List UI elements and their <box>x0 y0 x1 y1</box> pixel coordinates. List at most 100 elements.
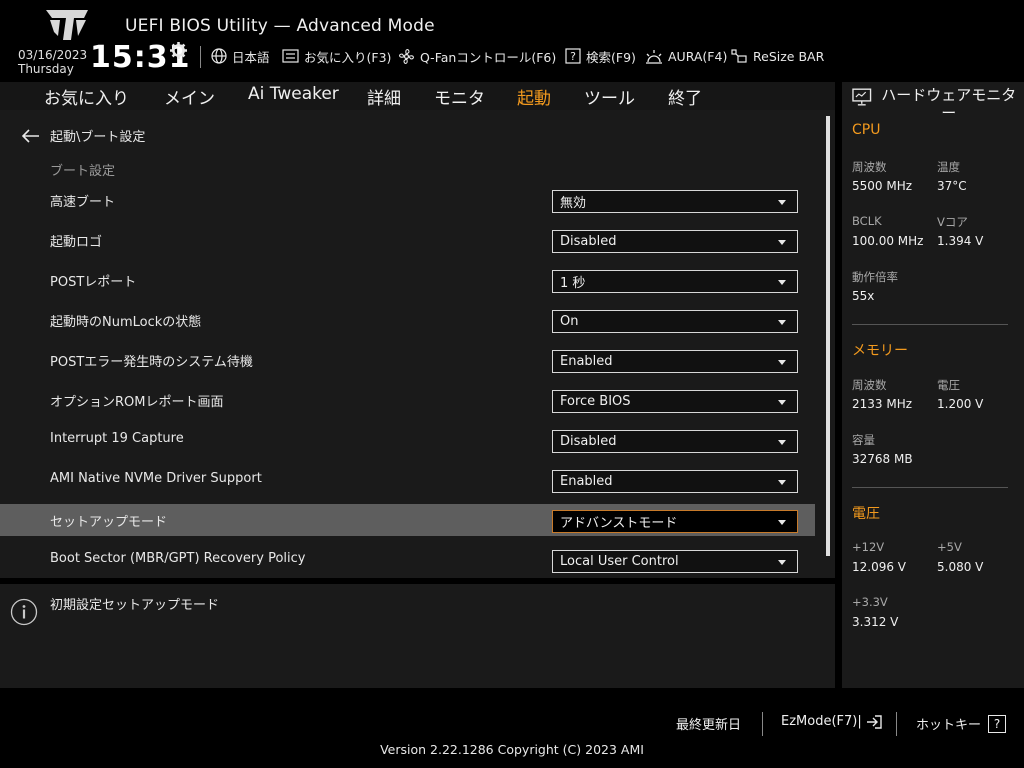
chevron-down-icon <box>778 360 786 365</box>
setting-label: オプションROMレポート画面 <box>50 395 224 410</box>
tab-main[interactable]: メイン <box>164 84 215 109</box>
ezmode-label: EzMode(F7)| <box>781 714 862 729</box>
setting-dropdown[interactable]: On <box>552 310 798 333</box>
aura-label: AURA(F4) <box>668 48 728 64</box>
mem-volt-value: 1.200 V <box>937 397 984 411</box>
vcore-label: Vコア <box>937 215 968 229</box>
chevron-down-icon <box>778 480 786 485</box>
breadcrumb[interactable]: 起動\ブート設定 <box>22 126 145 145</box>
setting-row-nvme-driver[interactable]: AMI Native NVMe Driver Support Enabled <box>0 464 815 496</box>
search-button[interactable]: ? 検索(F9) <box>565 46 636 66</box>
exit-arrow-icon <box>866 714 882 729</box>
setting-row-numlock[interactable]: 起動時のNumLockの状態 On <box>0 304 815 336</box>
mem-volt-label: 電圧 <box>937 378 960 392</box>
hw-divider <box>852 324 1008 325</box>
setting-row-fast-boot[interactable]: 高速ブート 無効 <box>0 184 815 216</box>
tab-advanced[interactable]: 詳細 <box>367 84 401 109</box>
help-panel: 初期設定セットアップモード <box>0 584 835 688</box>
setting-row-boot-sector-recovery[interactable]: Boot Sector (MBR/GPT) Recovery Policy Lo… <box>0 544 815 576</box>
setting-label: Boot Sector (MBR/GPT) Recovery Policy <box>50 551 306 566</box>
favorites-label: お気に入り(F3) <box>304 49 392 65</box>
mem-cap-value: 32768 MB <box>852 452 913 466</box>
chevron-down-icon <box>778 200 786 205</box>
chevron-down-icon <box>778 560 786 565</box>
hotkeys-button[interactable]: ホットキー ? <box>916 714 1007 733</box>
setting-dropdown[interactable]: 1 秒 <box>552 270 798 293</box>
chevron-down-icon <box>778 400 786 405</box>
last-modified-button[interactable]: 最終更新日 <box>676 714 741 733</box>
setting-label: セットアップモード <box>50 515 168 530</box>
setting-row-post-error-wait[interactable]: POSTエラー発生時のシステム待機 Enabled <box>0 344 815 376</box>
svg-text:?: ? <box>570 50 576 63</box>
setting-dropdown[interactable]: Enabled <box>552 350 798 373</box>
language-button[interactable]: 日本語 <box>211 46 270 66</box>
breadcrumb-text: 起動\ブート設定 <box>50 130 146 145</box>
dropdown-value: Local User Control <box>560 554 679 569</box>
aura-button[interactable]: AURA(F4) <box>645 46 727 66</box>
tab-monitor[interactable]: モニタ <box>434 84 485 109</box>
hotkeys-help-icon: ? <box>988 714 1007 733</box>
setting-dropdown[interactable]: Enabled <box>552 470 798 493</box>
setting-label: AMI Native NVMe Driver Support <box>50 471 262 486</box>
cpu-freq-value: 5500 MHz <box>852 179 913 193</box>
dropdown-value: On <box>560 314 579 329</box>
setting-row-post-report[interactable]: POSTレポート 1 秒 <box>0 264 815 296</box>
setting-dropdown[interactable]: Disabled <box>552 230 798 253</box>
memory-heading: メモリー <box>852 343 908 359</box>
chevron-down-icon <box>778 520 786 525</box>
gear-icon[interactable] <box>170 42 187 59</box>
mem-cap-label: 容量 <box>852 433 875 447</box>
bclk-label: BCLK <box>852 214 882 228</box>
monitor-icon <box>852 88 872 106</box>
chevron-down-icon <box>778 280 786 285</box>
setting-dropdown[interactable]: Force BIOS <box>552 390 798 413</box>
hardware-monitor-panel: ハードウェアモニター CPU 周波数 温度 5500 MHz 37°C BCLK… <box>842 82 1024 688</box>
footer-divider <box>762 712 763 736</box>
chevron-down-icon <box>778 440 786 445</box>
setting-dropdown[interactable]: Disabled <box>552 430 798 453</box>
footer: 最終更新日 EzMode(F7)| ホットキー ? Version 2.22.1… <box>0 688 1024 768</box>
header: UEFI BIOS Utility — Advanced Mode 03/16/… <box>0 0 1024 82</box>
resizebar-button[interactable]: ReSize BAR <box>730 46 824 66</box>
tab-favorites[interactable]: お気に入り <box>44 84 129 109</box>
setting-label: Interrupt 19 Capture <box>50 431 184 446</box>
info-icon <box>10 598 38 626</box>
setting-row-setup-mode[interactable]: セットアップモード アドバンストモード <box>0 504 815 536</box>
last-modified-label: 最終更新日 <box>676 718 742 733</box>
v33-value: 3.312 V <box>852 615 899 629</box>
date-display: 03/16/2023 Thursday <box>18 48 87 76</box>
tab-boot[interactable]: 起動 <box>517 84 551 112</box>
setting-row-boot-logo[interactable]: 起動ロゴ Disabled <box>0 224 815 256</box>
favorites-icon <box>282 49 299 63</box>
back-arrow-icon[interactable] <box>22 128 40 143</box>
v5-label: +5V <box>937 540 962 554</box>
hotkeys-label: ホットキー <box>916 718 982 733</box>
setting-dropdown[interactable]: 無効 <box>552 190 798 213</box>
dropdown-value: Enabled <box>560 474 613 489</box>
cpu-freq-label: 周波数 <box>852 160 887 174</box>
favorites-button[interactable]: お気に入り(F3) <box>282 46 391 66</box>
dropdown-value: Disabled <box>560 434 617 449</box>
tab-ai-tweaker[interactable]: Ai Tweaker <box>248 84 339 104</box>
setting-dropdown[interactable]: アドバンストモード <box>552 510 798 533</box>
dropdown-value: 無効 <box>560 196 587 211</box>
qfan-button[interactable]: Q-Fanコントロール(F6) <box>398 46 556 66</box>
tab-tool[interactable]: ツール <box>584 84 635 109</box>
fan-icon <box>399 48 414 64</box>
scrollbar[interactable] <box>826 116 830 556</box>
tab-exit[interactable]: 終了 <box>668 84 702 109</box>
dropdown-value: Disabled <box>560 234 617 249</box>
mem-freq-label: 周波数 <box>852 378 887 392</box>
cpu-temp-label: 温度 <box>937 160 960 174</box>
nav-tabs: お気に入り メイン Ai Tweaker 詳細 モニタ 起動 ツール 終了 <box>0 82 835 112</box>
dropdown-value: Force BIOS <box>560 394 631 409</box>
section-heading: ブート設定 <box>50 164 116 179</box>
cpu-temp-value: 37°C <box>937 179 967 193</box>
setting-row-option-rom-report[interactable]: オプションROMレポート画面 Force BIOS <box>0 384 815 416</box>
help-box-icon: ? <box>565 48 581 64</box>
v12-value: 12.096 V <box>852 560 907 574</box>
setting-dropdown[interactable]: Local User Control <box>552 550 798 573</box>
dropdown-value: アドバンストモード <box>560 516 678 531</box>
setting-row-interrupt-19[interactable]: Interrupt 19 Capture Disabled <box>0 424 815 456</box>
ezmode-button[interactable]: EzMode(F7)| <box>781 714 882 729</box>
